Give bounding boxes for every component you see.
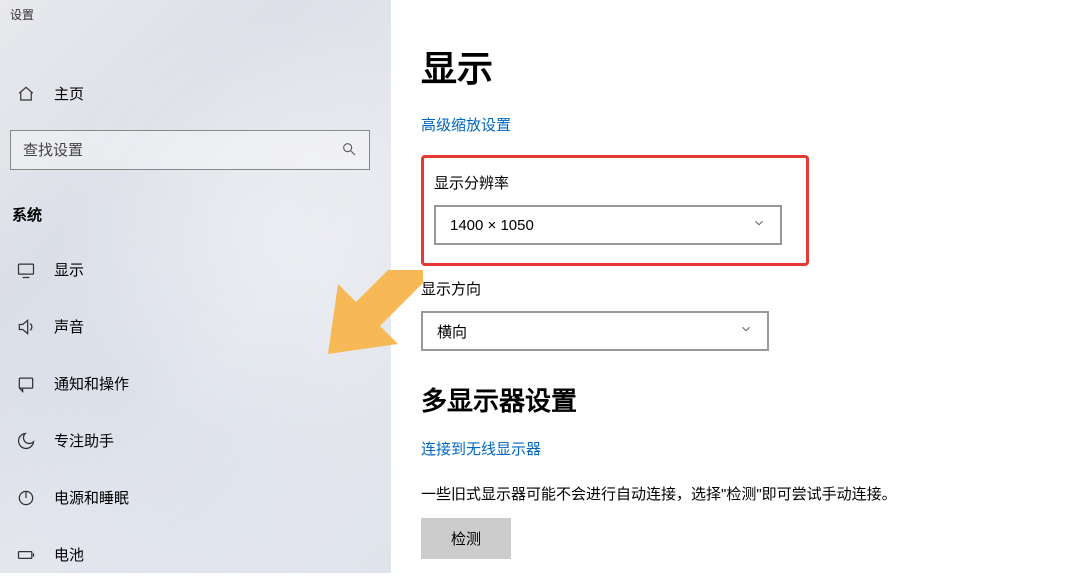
sidebar-category-system: 系统 xyxy=(0,194,391,241)
battery-icon xyxy=(16,545,36,565)
sidebar-item-label: 声音 xyxy=(54,316,84,337)
sidebar-item-notifications[interactable]: 通知和操作 xyxy=(0,355,391,412)
sound-icon xyxy=(16,317,36,337)
sidebar-home-label: 主页 xyxy=(54,83,84,104)
advanced-scaling-link[interactable]: 高级缩放设置 xyxy=(421,114,511,135)
sidebar: 设置 主页 系统 显示 xyxy=(0,0,391,573)
sidebar-item-focus-assist[interactable]: 专注助手 xyxy=(0,412,391,469)
orientation-dropdown[interactable]: 横向 xyxy=(421,311,769,351)
sidebar-home[interactable]: 主页 xyxy=(0,69,391,118)
resolution-label: 显示分辨率 xyxy=(434,172,796,193)
multi-display-title: 多显示器设置 xyxy=(421,381,1045,418)
focus-assist-icon xyxy=(16,431,36,451)
highlight-annotation: 显示分辨率 1400 × 1050 xyxy=(421,155,809,266)
search-icon xyxy=(341,141,357,160)
power-icon xyxy=(16,488,36,508)
page-title: 显示 xyxy=(421,40,1045,92)
search-input[interactable] xyxy=(23,142,341,159)
sidebar-item-label: 显示 xyxy=(54,259,84,280)
sidebar-item-power[interactable]: 电源和睡眠 xyxy=(0,469,391,526)
sidebar-item-sound[interactable]: 声音 xyxy=(0,298,391,355)
chevron-down-icon xyxy=(752,216,766,234)
notifications-icon xyxy=(16,374,36,394)
chevron-down-icon xyxy=(739,322,753,340)
main-content: 显示 高级缩放设置 显示分辨率 1400 × 1050 显示方向 横向 多显示器… xyxy=(391,0,1075,573)
sidebar-item-label: 通知和操作 xyxy=(54,373,129,394)
resolution-dropdown[interactable]: 1400 × 1050 xyxy=(434,205,782,245)
sidebar-item-display[interactable]: 显示 xyxy=(0,241,391,298)
search-box[interactable] xyxy=(10,130,370,170)
orientation-field: 显示方向 横向 xyxy=(421,278,1045,351)
display-icon xyxy=(16,260,36,280)
detect-hint-text: 一些旧式显示器可能不会进行自动连接，选择"检测"即可尝试手动连接。 xyxy=(421,483,1045,504)
sidebar-item-label: 专注助手 xyxy=(54,430,114,451)
detect-button[interactable]: 检测 xyxy=(421,518,511,559)
orientation-value: 横向 xyxy=(437,321,467,342)
sidebar-item-label: 电池 xyxy=(54,544,84,565)
sidebar-nav-list: 显示 声音 通知和操作 专注助手 xyxy=(0,241,391,583)
window-title: 设置 xyxy=(0,0,391,29)
wireless-display-link[interactable]: 连接到无线显示器 xyxy=(421,438,541,459)
orientation-label: 显示方向 xyxy=(421,278,1045,299)
sidebar-item-battery[interactable]: 电池 xyxy=(0,526,391,583)
home-icon xyxy=(16,84,36,104)
sidebar-item-label: 电源和睡眠 xyxy=(54,487,129,508)
resolution-value: 1400 × 1050 xyxy=(450,217,534,234)
